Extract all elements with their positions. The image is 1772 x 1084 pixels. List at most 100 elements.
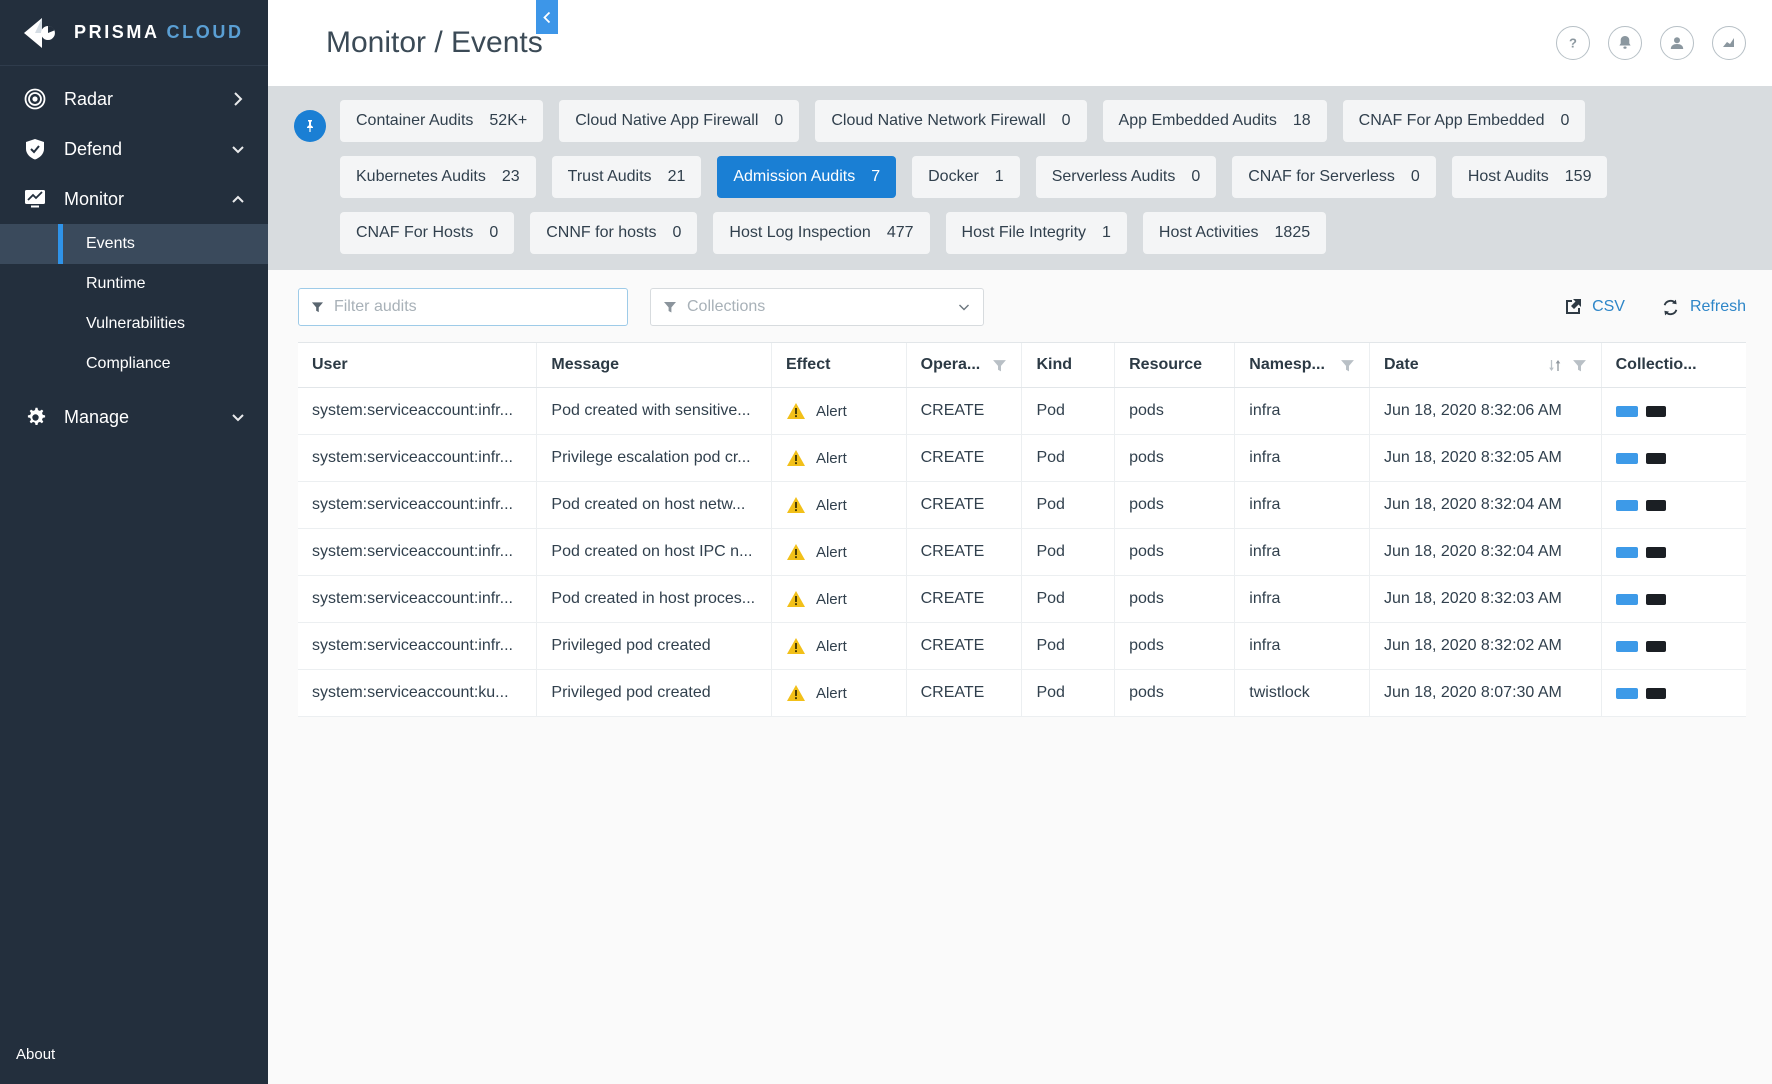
- collection-chip: [1645, 546, 1666, 558]
- table-row[interactable]: system:serviceaccount:infr... Privileged …: [298, 622, 1746, 670]
- table-row[interactable]: system:serviceaccount:infr... Privilege e…: [298, 434, 1746, 482]
- cell-collections: [1600, 528, 1746, 576]
- table-toolbar: Collections CSV Refresh: [268, 270, 1772, 342]
- tab-label: Admission Audits: [733, 168, 856, 185]
- tab-count: 159: [1564, 168, 1592, 185]
- alert-warning-icon: [786, 450, 805, 466]
- alert-warning-icon: [786, 685, 805, 701]
- external-link-icon: [1566, 299, 1582, 314]
- tab-serverless-audits[interactable]: Serverless Audits 0: [1035, 156, 1217, 198]
- tab-cloud-native-app-firewall[interactable]: Cloud Native App Firewall 0: [559, 100, 800, 142]
- sidebar-subitem-label: Compliance: [86, 355, 171, 372]
- tab-count: 477: [886, 224, 914, 241]
- tab-host-file-integrity[interactable]: Host File Integrity 1: [945, 212, 1127, 254]
- filter-icon[interactable]: [1340, 358, 1355, 373]
- sidebar-item-vulnerabilities[interactable]: Vulnerabilities: [0, 304, 268, 344]
- column-header-message[interactable]: Message: [536, 342, 772, 388]
- tab-app-embedded-audits[interactable]: App Embedded Audits 18: [1102, 100, 1327, 142]
- sidebar-subitem-label: Vulnerabilities: [86, 315, 186, 332]
- help-icon[interactable]: ?: [1556, 26, 1590, 60]
- table-row[interactable]: system:serviceaccount:infr... Pod created…: [298, 528, 1746, 576]
- table-row[interactable]: system:serviceaccount:infr... Pod created…: [298, 575, 1746, 623]
- cell-collections: [1600, 622, 1746, 670]
- search-input[interactable]: [333, 298, 615, 316]
- tab-container-audits[interactable]: Container Audits 52K+: [340, 100, 544, 142]
- cell-user: system:serviceaccount:infr...: [298, 528, 537, 576]
- tab-cloud-native-network-firewall[interactable]: Cloud Native Network Firewall 0: [815, 100, 1087, 142]
- table-row[interactable]: system:serviceaccount:ku... Privileged po…: [298, 669, 1746, 717]
- tab-cnaf-for-serverless[interactable]: CNAF for Serverless 0: [1232, 156, 1436, 198]
- collections-dropdown[interactable]: Collections: [650, 288, 984, 326]
- brand-logo[interactable]: PRISMA CLOUD: [0, 0, 268, 66]
- tab-host-log-inspection[interactable]: Host Log Inspection 477: [713, 212, 930, 254]
- table-row[interactable]: system:serviceaccount:infr... Pod created…: [298, 387, 1746, 435]
- filter-icon[interactable]: [1572, 358, 1587, 373]
- shield-icon: [22, 136, 48, 162]
- tab-cnaf-for-app-embedded[interactable]: CNAF For App Embedded 0: [1342, 100, 1586, 142]
- tab-host-audits[interactable]: Host Audits 159: [1451, 156, 1608, 198]
- sidebar-item-compliance[interactable]: Compliance: [0, 344, 268, 384]
- tab-label: Kubernetes Audits: [356, 168, 486, 185]
- cell-collections: [1600, 481, 1746, 529]
- column-header-collections[interactable]: Collectio...: [1600, 342, 1746, 388]
- cell-resource: pods: [1114, 434, 1235, 482]
- alert-warning-icon: [786, 403, 805, 419]
- sidebar: PRISMA CLOUD Radar Defend Monitor Events…: [0, 0, 268, 1084]
- tab-count: 1825: [1274, 224, 1311, 241]
- cell-effect: Alert: [770, 481, 907, 529]
- collection-chips: [1615, 640, 1732, 652]
- refresh-button[interactable]: Refresh: [1661, 298, 1746, 317]
- sidebar-collapse-button[interactable]: [536, 0, 558, 34]
- column-header-date[interactable]: Date: [1368, 342, 1602, 388]
- tab-label: Host File Integrity: [961, 224, 1087, 241]
- tab-host-activities[interactable]: Host Activities 1825: [1142, 212, 1327, 254]
- notifications-icon[interactable]: [1608, 26, 1642, 60]
- export-csv-button[interactable]: CSV: [1564, 298, 1625, 316]
- filter-icon[interactable]: [992, 358, 1007, 373]
- cell-kind: Pod: [1021, 434, 1115, 482]
- analytics-icon[interactable]: [1712, 26, 1746, 60]
- tab-cnaf-for-hosts[interactable]: CNAF For Hosts 0: [340, 212, 515, 254]
- about-link[interactable]: About: [0, 1024, 55, 1084]
- column-header-resource[interactable]: Resource: [1114, 342, 1235, 388]
- table-row[interactable]: system:serviceaccount:infr... Pod created…: [298, 481, 1746, 529]
- column-header-kind[interactable]: Kind: [1021, 342, 1115, 388]
- sidebar-item-defend[interactable]: Defend: [0, 124, 268, 174]
- column-label: Date: [1383, 356, 1419, 373]
- cell-message: Pod created with sensitive...: [536, 387, 772, 435]
- column-label: Namesp...: [1249, 356, 1325, 373]
- sidebar-item-events[interactable]: Events: [0, 224, 268, 264]
- tab-admission-audits[interactable]: Admission Audits 7: [717, 156, 897, 198]
- tab-docker[interactable]: Docker 1: [912, 156, 1020, 198]
- column-header-user[interactable]: User: [298, 342, 537, 388]
- column-tools: [992, 358, 1007, 373]
- radar-icon: [22, 86, 48, 112]
- sidebar-item-runtime[interactable]: Runtime: [0, 264, 268, 304]
- pin-icon[interactable]: [294, 110, 326, 142]
- tab-cnnf-for-hosts[interactable]: CNNF for hosts 0: [530, 212, 698, 254]
- column-header-effect[interactable]: Effect: [770, 342, 907, 388]
- cell-date: Jun 18, 2020 8:32:04 AM: [1368, 481, 1602, 529]
- sidebar-item-monitor[interactable]: Monitor: [0, 174, 268, 224]
- cell-kind: Pod: [1021, 622, 1115, 670]
- cell-operation: CREATE: [905, 528, 1022, 576]
- sidebar-item-manage[interactable]: Manage: [0, 392, 268, 442]
- filter-icon: [311, 302, 324, 313]
- sidebar-item-radar[interactable]: Radar: [0, 74, 268, 124]
- tab-label: Serverless Audits: [1051, 168, 1176, 185]
- tab-trust-audits[interactable]: Trust Audits 21: [551, 156, 702, 198]
- cell-operation: CREATE: [905, 669, 1022, 717]
- tab-label: App Embedded Audits: [1118, 112, 1277, 129]
- sort-icon[interactable]: [1547, 358, 1564, 373]
- cell-message: Privileged pod created: [536, 669, 772, 717]
- tab-count: 0: [672, 224, 682, 241]
- user-account-icon[interactable]: [1660, 26, 1694, 60]
- column-header-operation[interactable]: Opera...: [905, 342, 1022, 388]
- cell-namespace: infra: [1234, 387, 1370, 435]
- cell-message: Privileged pod created: [536, 622, 772, 670]
- tab-count: 0: [774, 112, 784, 129]
- tab-kubernetes-audits[interactable]: Kubernetes Audits 23: [340, 156, 536, 198]
- table-body: system:serviceaccount:infr... Pod created…: [298, 387, 1746, 717]
- filter-audits-field[interactable]: [298, 288, 628, 326]
- column-header-namespace[interactable]: Namesp...: [1234, 342, 1370, 388]
